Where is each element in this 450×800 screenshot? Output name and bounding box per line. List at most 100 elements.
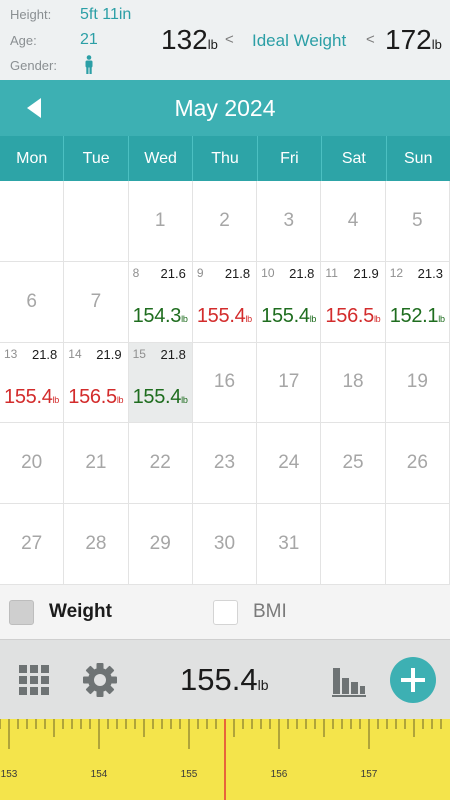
day-cell[interactable]: 22 [128,423,193,505]
add-entry-button[interactable] [390,657,436,703]
plus-icon [401,668,425,692]
day-cell[interactable]: 30 [192,504,258,585]
day-weight-entry: 152.1lb [390,305,445,328]
weekday-header: Mon Tue Wed Thu Fri Sat Sun [0,136,450,181]
day-cell[interactable]: 25 [321,423,386,505]
day-cell[interactable]: 9 21.8 155.4lb [192,261,258,343]
day-cell[interactable]: 31 [257,504,322,585]
day-cell[interactable]: 18 [321,342,386,424]
day-number: 7 [90,290,102,312]
weekday-label: Mon [0,136,65,181]
bmi-toggle-label[interactable]: BMI [253,601,287,623]
day-cell[interactable]: 12 21.3 152.1lb [385,261,450,343]
weekday-label: Tue [64,136,129,181]
day-cell[interactable]: 14 21.9 156.5lb [64,342,129,424]
ideal-max-value: 172 [385,24,432,55]
age-value[interactable]: 21 [80,31,98,49]
day-cell[interactable]: 27 [0,504,65,585]
day-number: 27 [21,533,43,555]
day-number: 26 [406,452,428,474]
day-cell[interactable]: 16 [192,342,258,424]
day-cell[interactable]: 7 [64,261,129,343]
ruler-scale[interactable]: 153 154 155 156 157 [0,719,450,800]
day-cell[interactable]: 2 [192,181,258,262]
day-cell[interactable]: 29 [128,504,193,585]
month-title: May 2024 [174,95,276,121]
height-value[interactable]: 5ft 11in [80,6,131,24]
less-than-right: < [366,31,375,48]
day-number: 5 [412,209,423,231]
day-weight-unit: lb [309,313,317,324]
day-cell[interactable]: 3 [257,181,322,262]
day-cell[interactable]: 8 21.6 154.3lb [128,261,193,343]
day-number: 20 [21,452,43,474]
day-bmi-value: 21.6 [160,265,186,281]
calendar-grid: 1 2 3 4 5 6 7 8 21.6 154.3lb 9 21.8 155.4lb 10 21.8 155… [0,181,450,585]
height-label: Height: [10,7,52,22]
day-bmi-value: 21.8 [289,265,315,281]
day-cell[interactable]: 5 [385,181,450,262]
weekday-label: Sun [404,150,433,167]
bottom-toolbar: 155.4lb [0,639,450,719]
day-cell[interactable]: 1 [128,181,193,262]
day-cell[interactable]: 11 21.9 156.5lb [321,261,386,343]
bar-chart-icon[interactable] [332,664,366,703]
day-cell[interactable]: 21 [64,423,129,505]
day-cell[interactable]: 28 [64,504,129,585]
day-weight-value: 155.4 [132,385,182,408]
ruler-label: 154 [91,769,108,780]
day-weight-unit: lb [373,313,381,324]
empty-day-cell [321,504,386,585]
day-cell[interactable]: 26 [385,423,450,505]
weight-ruler-slider[interactable]: 153 154 155 156 157 [0,719,450,800]
month-header: May 2024 [0,80,450,136]
app-screen: Height: 5ft 11in Age: 21 Gender: 132lb <… [0,0,450,800]
bmi-checkbox[interactable] [213,600,238,625]
previous-month-button[interactable] [20,94,50,122]
ruler-label: 156 [271,769,288,780]
day-number: 9 [196,265,204,280]
ruler-label: 153 [1,769,18,780]
day-weight-entry: 154.3lb [133,305,188,328]
day-cell[interactable]: 6 [0,261,65,343]
day-cell[interactable]: 13 21.8 155.4lb [0,342,65,424]
day-number: 3 [283,209,295,231]
day-weight-value: 155.4 [4,385,53,408]
day-number: 19 [406,371,428,393]
day-weight-value: 154.3 [132,304,182,327]
day-cell[interactable]: 4 [321,181,386,262]
day-number: 30 [213,533,236,555]
weekday-label: Sat [322,136,387,181]
day-number: 18 [342,371,364,393]
day-number: 29 [149,533,171,555]
male-person-icon[interactable] [84,55,94,80]
day-number: 31 [278,533,300,555]
ideal-max-unit: lb [431,37,442,52]
empty-day-cell [385,504,450,585]
day-number: 24 [278,452,300,474]
day-weight-value: 156.5 [68,385,117,408]
day-number: 2 [219,209,230,231]
day-cell[interactable]: 24 [257,423,322,505]
grid-icon[interactable] [19,665,49,700]
ideal-max-weight: 172lb [385,24,442,56]
day-number: 13 [4,346,18,361]
day-cell[interactable]: 17 [257,342,322,424]
day-cell[interactable]: 23 [192,423,258,505]
day-number: 8 [132,265,140,280]
day-number: 6 [26,290,37,312]
day-number: 22 [149,452,171,474]
day-weight-value: 155.4 [261,304,310,327]
gear-icon[interactable] [82,662,118,703]
weekday-label: Wed [129,136,194,181]
day-cell[interactable]: 20 [0,423,65,505]
back-arrow-icon [27,98,41,118]
day-number: 12 [389,265,404,280]
weight-checkbox[interactable] [9,600,34,625]
day-number: 15 [132,346,146,361]
weight-toggle-label[interactable]: Weight [49,601,112,623]
day-cell[interactable]: 19 [385,342,450,424]
day-cell[interactable]: 15 21.8 155.4lb [128,342,193,424]
day-bmi-value: 21.3 [417,265,443,281]
day-cell[interactable]: 10 21.8 155.4lb [257,261,322,343]
